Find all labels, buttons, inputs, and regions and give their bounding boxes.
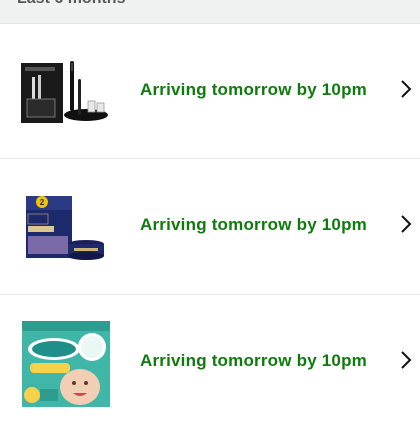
order-item[interactable]: Arriving tomorrow by 10pm xyxy=(0,295,420,431)
section-title: Last 6 months xyxy=(17,0,125,8)
order-item[interactable]: 2 Arriving tomorrow by 10pm xyxy=(0,159,420,295)
chevron-right-icon[interactable] xyxy=(398,78,414,100)
delivery-status: Arriving tomorrow by 10pm xyxy=(140,80,367,99)
chevron-right-icon[interactable] xyxy=(398,349,414,371)
chevron-right-icon[interactable] xyxy=(398,213,414,235)
order-item[interactable]: Arriving tomorrow by 10pm xyxy=(0,24,420,159)
delivery-status: Arriving tomorrow by 10pm xyxy=(140,351,367,370)
svg-text:2: 2 xyxy=(40,198,45,207)
electric-toothbrush-product-image xyxy=(18,54,114,134)
delivery-status: Arriving tomorrow by 10pm xyxy=(140,215,367,234)
face-cream-product-image: 2 xyxy=(18,187,114,267)
order-list: Arriving tomorrow by 10pm 2 Arriving tom… xyxy=(0,24,420,431)
diapers-box-product-image xyxy=(18,315,114,411)
section-header: Last 6 months xyxy=(0,0,420,24)
